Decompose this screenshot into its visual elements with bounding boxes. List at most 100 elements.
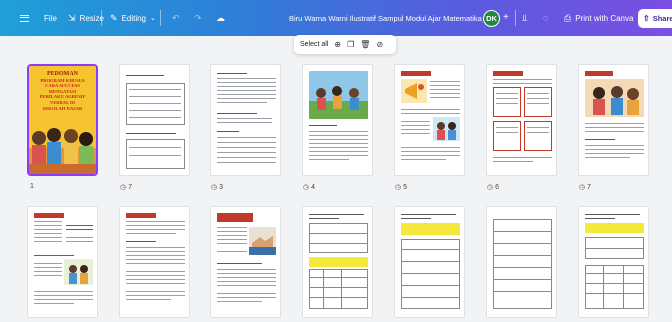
page-content-line [64,129,78,143]
page-content-line [32,131,46,145]
page-thumbnail[interactable] [578,64,649,176]
invite-button[interactable]: + [503,0,509,36]
page-content-line [332,86,342,96]
document-title-text: Biru Warna Warni Ilustratif Sampul Modul… [289,13,491,23]
page-content-line [309,233,368,235]
page-content-line [66,237,93,239]
delete-icon[interactable]: 🗑 [360,40,370,49]
page-content-line [217,301,262,303]
hide-icon[interactable]: ⊘ [376,40,383,49]
page-content-line [309,243,368,245]
page-content-line [217,235,247,237]
page-content-line [217,297,276,299]
page-content-line [401,155,460,157]
page-thumbnail[interactable]: PEDOMAN PROGRAM KHUSUS CARA SUCCESS MENG… [27,64,98,176]
page-number: ◷ 4 [303,183,315,192]
page-content-line [126,299,171,301]
page-content-line [126,225,185,227]
page-content-line [585,223,644,233]
topbar-divider [160,10,161,26]
page-content-line [126,291,185,293]
page-content-line [527,132,549,134]
page-content-line [217,263,262,265]
page-content-line [493,231,552,233]
page-content-line [593,87,605,99]
page-content-line [309,218,339,220]
page-content-line [493,121,521,151]
page-number: ◷ 3 [211,183,223,192]
page-content-line [34,241,62,243]
page-content-line [80,265,88,273]
page-number-text: 7 [128,183,133,191]
page-thumbnail[interactable] [486,206,557,318]
page-thumbnail[interactable] [119,64,190,176]
page-content-line [593,99,605,115]
page-content-line [585,265,644,309]
main-menu-button[interactable] [20,0,29,36]
page-thumbnail[interactable] [394,206,465,318]
save-status-button[interactable]: ☁ [216,0,225,36]
undo-icon: ↶ [172,12,180,23]
page-content-line [401,218,431,220]
page-thumbnail[interactable] [394,64,465,176]
page-thumbnail[interactable] [119,206,190,318]
page-content-line [217,102,267,104]
page-content-line [217,147,276,149]
resize-button[interactable]: ⇲ Resize [68,0,104,36]
page-content-line [585,273,644,275]
undo-button[interactable]: ↶ [172,0,180,36]
add-page-icon[interactable]: ⊕ [334,40,341,49]
page-content-line [527,103,549,105]
page-thumbnail[interactable] [302,206,373,318]
page-content-line [34,299,93,301]
document-title[interactable]: Biru Warna Warni Ilustratif Sampul Modul… [289,0,490,36]
page-content-line [309,257,368,267]
page-thumbnail[interactable] [486,64,557,176]
analytics-button[interactable]: ⫫ [522,0,527,36]
duplicate-icon[interactable]: ❐ [347,40,354,49]
select-all-button[interactable]: Select all [300,41,328,48]
page-content-line [585,214,640,216]
cover-title: PEDOMAN PROGRAM KHUSUS CARA SUCCESS MENG… [33,71,92,111]
page-thumbnail[interactable] [210,64,281,176]
page-content-line [430,93,460,95]
cover-line: PERILAKU AGRESIF VERBAL DI [39,94,86,105]
page-content-line [217,98,276,100]
page-thumbnail[interactable] [302,64,373,176]
page-content-line [217,90,276,92]
page-thumbnail[interactable] [210,206,281,318]
comments-button[interactable]: ◌ [543,0,548,36]
page-content-line [493,255,552,257]
page-content-line [418,84,424,90]
print-with-canva-button[interactable]: ⎙ Print with Canva [564,0,633,36]
page-content-line [126,213,156,218]
chevron-down-icon: ⌄ [150,14,156,22]
page-content-line [32,145,46,165]
page-content-line [401,113,460,115]
page-content-line [401,147,460,149]
page-content-line [66,241,93,243]
timer-icon: ◷ [395,184,402,191]
bar-chart-icon: ⫫ [522,12,528,23]
page-content-line [34,291,93,293]
page-content-line [309,297,368,299]
page-content-line [585,248,644,250]
file-menu-button[interactable]: File [44,0,57,36]
page-content-line [309,135,368,137]
page-content-line [217,227,247,229]
page-number-text: 6 [495,183,500,191]
page-thumbnail[interactable] [578,206,649,318]
page-content-line [217,243,247,245]
page-thumbnail[interactable] [27,206,98,318]
avatar[interactable]: DK [483,10,500,27]
page-content-line [524,121,552,151]
editing-mode-dropdown[interactable]: ✎ Editing ⌄ [110,0,156,36]
page-number: ◷ 6 [487,183,500,192]
redo-button[interactable]: ↷ [194,0,202,36]
page-content-line [316,88,326,98]
page-content-line [493,161,533,163]
page-content-line [309,155,368,157]
share-button[interactable]: ⇧ Share [638,9,672,28]
page-content-line [126,263,185,265]
page-content-line [527,98,549,100]
